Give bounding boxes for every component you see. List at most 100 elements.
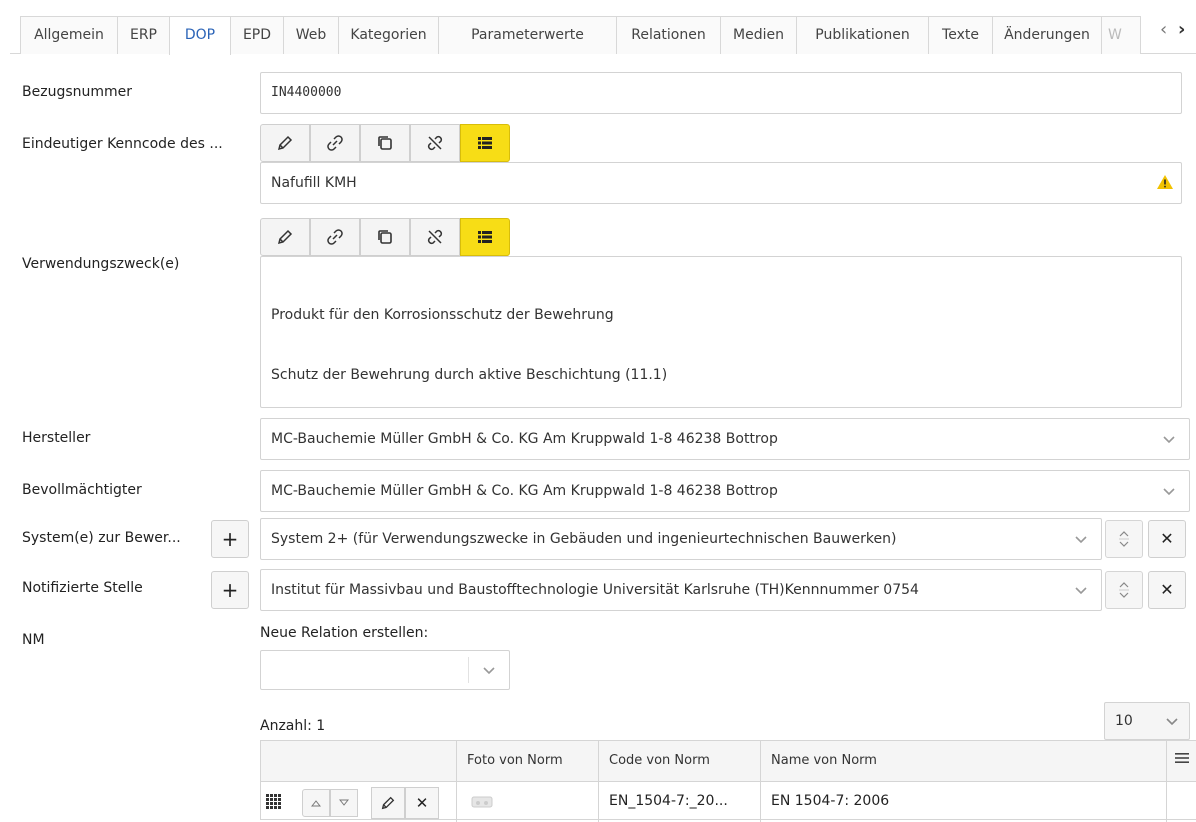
hersteller-select[interactable]: MC-Bauchemie Müller GmbH & Co. KG Am Kru… bbox=[260, 418, 1190, 460]
sort-arrows-icon bbox=[1119, 531, 1129, 547]
bezugsnummer-field[interactable]: IN4400000 bbox=[260, 72, 1182, 114]
sort-arrows-icon bbox=[1119, 582, 1129, 598]
tab-allgemein[interactable]: Allgemein bbox=[20, 16, 118, 54]
link-icon bbox=[327, 135, 343, 151]
systeme-reorder-stepper[interactable] bbox=[1105, 520, 1143, 558]
tab-aenderungen[interactable]: Änderungen bbox=[992, 16, 1102, 54]
drag-handle-icon[interactable] bbox=[266, 794, 282, 810]
close-icon: ✕ bbox=[1160, 529, 1174, 548]
tab-medien[interactable]: Medien bbox=[720, 16, 797, 54]
tab-texte[interactable]: Texte bbox=[928, 16, 993, 54]
copy-icon bbox=[378, 230, 392, 244]
tab-web[interactable]: Web bbox=[283, 16, 339, 54]
chevron-down-icon[interactable] bbox=[1061, 519, 1101, 559]
remove-system-button[interactable]: ✕ bbox=[1148, 520, 1186, 558]
table-header-foto[interactable]: Foto von Norm bbox=[457, 741, 599, 781]
kenncode-field[interactable]: Nafufill KMH bbox=[260, 162, 1182, 204]
remove-notified-body-button[interactable]: ✕ bbox=[1148, 571, 1186, 609]
table-header-name[interactable]: Name von Norm bbox=[761, 741, 1167, 781]
list-view-button[interactable] bbox=[460, 124, 510, 162]
systeme-value: System 2+ (für Verwendungszwecke in Gebä… bbox=[271, 531, 897, 547]
move-down-button[interactable] bbox=[330, 789, 358, 817]
new-relation-select[interactable] bbox=[260, 650, 510, 690]
pencil-icon bbox=[277, 135, 293, 151]
copy-icon bbox=[378, 136, 392, 150]
notifizierte-select[interactable]: Institut für Massivbau und Baustofftechn… bbox=[260, 569, 1102, 611]
tab-erp[interactable]: ERP bbox=[117, 16, 170, 54]
verwendungszweck-line1: Produkt für den Korrosionsschutz der Bew… bbox=[271, 307, 614, 323]
tab-publikationen[interactable]: Publikationen bbox=[796, 16, 929, 54]
triangle-up-icon bbox=[311, 800, 321, 807]
table-cell-code: EN_1504-7:_20... bbox=[599, 782, 761, 822]
bevollmaechtigter-label: Bevollmächtigter bbox=[22, 482, 142, 498]
move-up-button[interactable] bbox=[302, 789, 330, 817]
table-header-actions bbox=[261, 741, 457, 781]
table-cell-foto bbox=[457, 782, 599, 822]
tab-scroll-left-icon[interactable]: ‹ bbox=[1160, 20, 1167, 40]
delete-row-button[interactable]: ✕ bbox=[405, 787, 439, 819]
verwendungszweck-textarea[interactable]: Produkt für den Korrosionsschutz der Bew… bbox=[260, 256, 1182, 408]
kenncode-toolbar bbox=[260, 124, 512, 162]
tab-epd[interactable]: EPD bbox=[230, 16, 284, 54]
notifizierte-reorder-stepper[interactable] bbox=[1105, 571, 1143, 609]
tab-parameterwerte[interactable]: Parameterwerte bbox=[438, 16, 617, 54]
add-notified-body-button[interactable]: + bbox=[211, 571, 249, 609]
count-label: Anzahl: 1 bbox=[260, 718, 326, 734]
edit-button[interactable] bbox=[260, 218, 310, 256]
image-placeholder-icon bbox=[471, 796, 493, 808]
page-size-select[interactable]: 10 bbox=[1104, 702, 1190, 740]
list-icon bbox=[478, 137, 492, 149]
list-icon bbox=[478, 231, 492, 243]
tab-relationen[interactable]: Relationen bbox=[616, 16, 721, 54]
table-cell-name: EN 1504-7: 2006 bbox=[761, 782, 1167, 822]
nm-label: NM bbox=[22, 632, 45, 648]
chevron-down-icon[interactable] bbox=[1149, 471, 1189, 511]
link-icon bbox=[327, 229, 343, 245]
hersteller-label: Hersteller bbox=[22, 430, 91, 446]
copy-button[interactable] bbox=[360, 124, 410, 162]
norm-table: Foto von Norm Code von Norm Name von Nor… bbox=[260, 740, 1196, 822]
link-button[interactable] bbox=[310, 218, 360, 256]
hamburger-icon bbox=[1175, 753, 1189, 763]
unlink-button[interactable] bbox=[410, 218, 460, 256]
pencil-icon bbox=[277, 229, 293, 245]
unlink-icon bbox=[427, 135, 443, 151]
column-menu-button[interactable] bbox=[1167, 741, 1196, 781]
chevron-down-icon[interactable] bbox=[469, 651, 509, 689]
kenncode-label: Eindeutiger Kenncode des ... bbox=[22, 136, 223, 152]
bevollmaechtigter-value: MC-Bauchemie Müller GmbH & Co. KG Am Kru… bbox=[271, 483, 778, 499]
table-header-code[interactable]: Code von Norm bbox=[599, 741, 761, 781]
link-button[interactable] bbox=[310, 124, 360, 162]
verwendungszweck-toolbar bbox=[260, 218, 512, 256]
verwendungszweck-label: Verwendungszweck(e) bbox=[22, 256, 180, 272]
tab-dop[interactable]: DOP bbox=[169, 16, 231, 55]
chevron-down-icon[interactable] bbox=[1149, 419, 1189, 459]
tab-bar: Allgemein ERP DOP EPD Web Kategorien Par… bbox=[10, 16, 1196, 55]
bevollmaechtigter-select[interactable]: MC-Bauchemie Müller GmbH & Co. KG Am Kru… bbox=[260, 470, 1190, 512]
tab-scroll-right-icon[interactable]: › bbox=[1178, 20, 1185, 40]
plus-icon: + bbox=[221, 527, 239, 551]
add-system-button[interactable]: + bbox=[211, 520, 249, 558]
notifizierte-label: Notifizierte Stelle bbox=[22, 580, 143, 596]
list-view-button[interactable] bbox=[460, 218, 510, 256]
new-relation-label: Neue Relation erstellen: bbox=[260, 625, 429, 641]
close-icon: ✕ bbox=[1160, 580, 1174, 599]
edit-row-button[interactable] bbox=[371, 787, 405, 819]
tab-kategorien[interactable]: Kategorien bbox=[338, 16, 439, 54]
notifizierte-value: Institut für Massivbau und Baustofftechn… bbox=[271, 582, 919, 598]
close-icon: ✕ bbox=[415, 794, 429, 812]
copy-button[interactable] bbox=[360, 218, 410, 256]
chevron-down-icon[interactable] bbox=[1061, 570, 1101, 610]
systeme-label: System(e) zur Bewer... bbox=[22, 530, 181, 546]
chevron-down-icon[interactable] bbox=[1155, 703, 1189, 739]
edit-button[interactable] bbox=[260, 124, 310, 162]
verwendungszweck-line2: Schutz der Bewehrung durch aktive Beschi… bbox=[271, 367, 668, 383]
tab-overflow[interactable]: W bbox=[1101, 16, 1141, 54]
hersteller-value: MC-Bauchemie Müller GmbH & Co. KG Am Kru… bbox=[271, 431, 778, 447]
unlink-button[interactable] bbox=[410, 124, 460, 162]
bezugsnummer-label: Bezugsnummer bbox=[22, 84, 133, 100]
warning-icon bbox=[1157, 175, 1173, 189]
pencil-icon bbox=[381, 796, 395, 810]
triangle-down-icon bbox=[339, 799, 349, 806]
systeme-select[interactable]: System 2+ (für Verwendungszwecke in Gebä… bbox=[260, 518, 1102, 560]
